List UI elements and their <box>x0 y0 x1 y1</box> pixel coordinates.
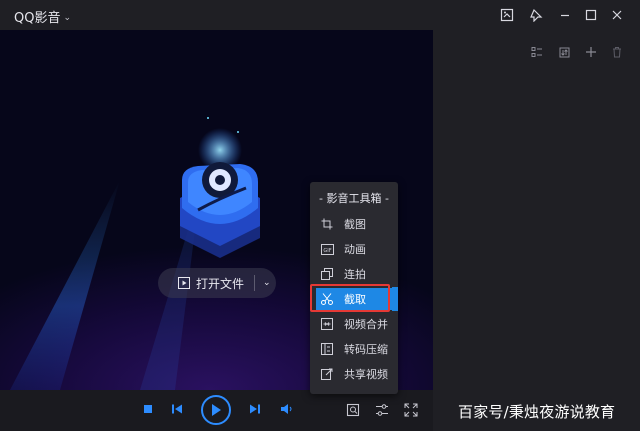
screenshot-window-icon[interactable] <box>498 6 516 24</box>
annotation-highlight-box <box>310 284 390 312</box>
share-icon <box>320 368 334 380</box>
minimize-icon[interactable] <box>556 6 574 24</box>
svg-text:GIF: GIF <box>323 247 331 253</box>
chevron-down-icon[interactable]: ⌄ <box>263 278 271 288</box>
toolbox-icon[interactable] <box>345 402 361 418</box>
toolbox-item-compress[interactable]: 转码压缩 <box>316 338 392 360</box>
toolbox-item-merge[interactable]: 视频合并 <box>316 313 392 335</box>
settings-sliders-icon[interactable] <box>374 402 390 418</box>
previous-icon[interactable] <box>170 403 184 415</box>
next-icon[interactable] <box>248 403 262 415</box>
close-icon[interactable] <box>608 6 626 24</box>
toolbox-title: - 影音工具箱 - <box>319 192 389 205</box>
list-icon[interactable] <box>529 44 545 60</box>
app-window: QQ影音 ⌄ 打开文件 ⌄ - 影音工具箱 - 截图 GIF 动画 连拍 截取 … <box>0 0 640 431</box>
toolbox-item-gif[interactable]: GIF 动画 <box>316 238 392 260</box>
selection-accent <box>392 287 398 311</box>
toolbox-item-label: 动画 <box>344 243 366 256</box>
playlist-panel <box>433 30 640 431</box>
qq-player-logo <box>180 117 260 258</box>
pin-icon[interactable] <box>527 6 545 24</box>
delete-icon[interactable] <box>609 44 625 60</box>
toolbox-item-label: 视频合并 <box>344 318 388 331</box>
chevron-down-icon: ⌄ <box>63 12 72 23</box>
toolbox-item-screenshot[interactable]: 截图 <box>316 213 392 235</box>
toolbox-item-label: 共享视频 <box>344 368 388 381</box>
burst-icon <box>320 268 334 280</box>
fullscreen-icon[interactable] <box>403 402 419 418</box>
merge-icon <box>320 318 334 330</box>
stop-icon[interactable] <box>142 403 154 415</box>
volume-icon[interactable] <box>279 402 295 416</box>
add-icon[interactable] <box>583 44 599 60</box>
app-title: QQ影音 <box>14 11 61 26</box>
open-file-button[interactable]: 打开文件 ⌄ <box>158 268 276 298</box>
sort-icon[interactable] <box>556 44 572 60</box>
play-button[interactable] <box>201 395 231 425</box>
divider <box>254 275 256 291</box>
playback-controls <box>0 390 433 431</box>
open-file-label: 打开文件 <box>196 276 245 291</box>
title-bar: QQ影音 ⌄ <box>0 0 640 30</box>
play-icon <box>212 404 221 416</box>
toolbox-item-label: 连拍 <box>344 268 366 281</box>
toolbox-item-burst[interactable]: 连拍 <box>316 263 392 285</box>
toolbox-item-share[interactable]: 共享视频 <box>316 363 392 385</box>
app-menu[interactable]: QQ影音 ⌄ <box>14 7 71 26</box>
gif-icon: GIF <box>320 243 334 255</box>
compress-icon <box>320 343 334 355</box>
maximize-icon[interactable] <box>582 6 600 24</box>
watermark-text: 百家号/秉烛夜游说教育 <box>458 403 616 421</box>
crop-icon <box>320 218 334 230</box>
toolbox-item-label: 转码压缩 <box>344 343 388 356</box>
toolbox-item-label: 截图 <box>344 218 366 231</box>
play-file-icon <box>178 277 190 289</box>
